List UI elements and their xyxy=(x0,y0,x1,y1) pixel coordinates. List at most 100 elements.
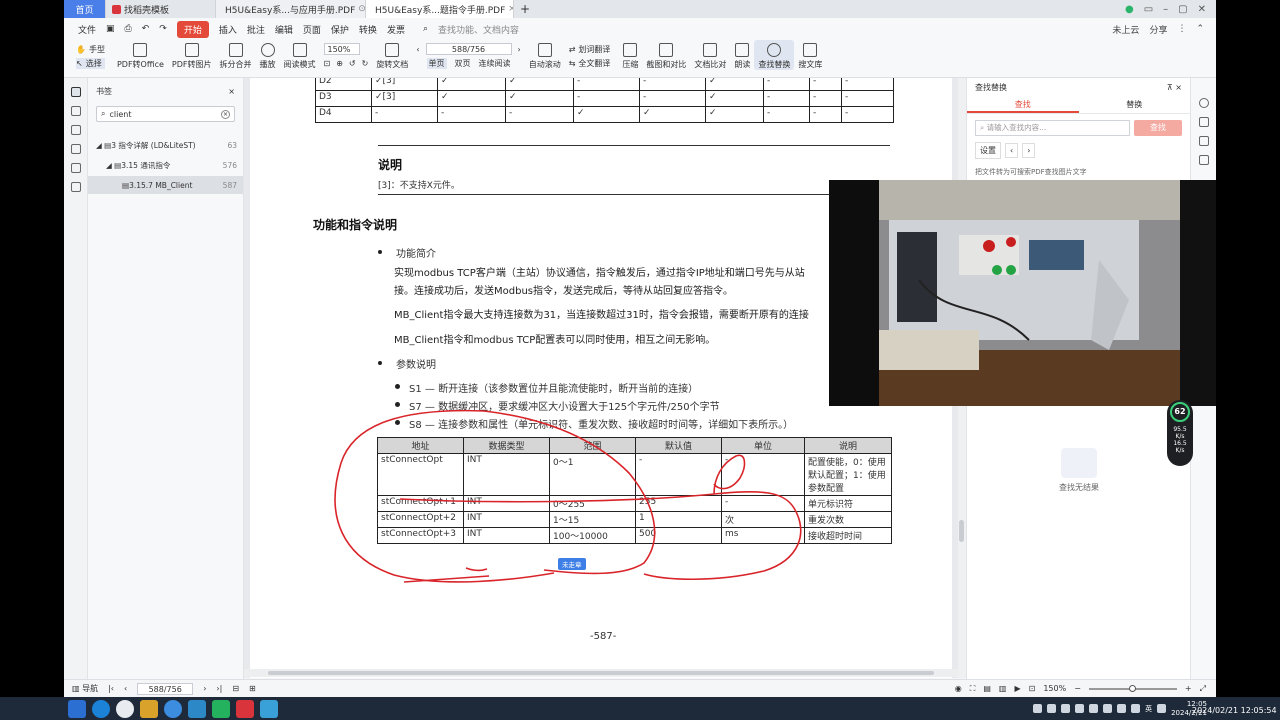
zoom-slider[interactable] xyxy=(1088,684,1177,692)
tray-icon[interactable] xyxy=(1131,704,1141,713)
chevron-left-icon[interactable]: ‹ xyxy=(416,45,419,54)
app-icon[interactable] xyxy=(140,699,158,718)
rotate-left-icon[interactable]: ↺ xyxy=(349,59,356,68)
fit-page-icon[interactable]: ⊞ xyxy=(249,684,256,693)
fit-icon[interactable]: ⊡ xyxy=(324,59,331,68)
find-button[interactable]: 查找 xyxy=(1134,120,1182,136)
zoom-select[interactable]: 150% xyxy=(323,43,360,55)
menu-protect[interactable]: 保护 xyxy=(331,23,349,36)
wps-taskbar-icon[interactable] xyxy=(236,699,254,718)
tray-icon[interactable] xyxy=(1089,704,1099,713)
double-page-button[interactable]: 双页 xyxy=(455,58,471,69)
zoom-in-icon[interactable]: + xyxy=(1185,684,1192,693)
tray-icon[interactable] xyxy=(1047,704,1057,713)
next-result-icon[interactable]: › xyxy=(1022,143,1036,158)
fit-width-icon[interactable]: ⊟ xyxy=(232,684,239,693)
tab-find[interactable]: 查找 xyxy=(967,96,1079,113)
find-input[interactable]: ⌕ 请输入查找内容... xyxy=(975,120,1130,136)
photos-icon[interactable] xyxy=(188,699,206,718)
tray-icon[interactable] xyxy=(1075,704,1085,713)
close-icon[interactable]: × xyxy=(228,87,235,96)
tab-manual[interactable]: H5U&Easy系...与应用手册.PDF ⊙ xyxy=(216,0,366,18)
chevron-up-icon[interactable]: ⌃ xyxy=(1196,24,1204,34)
chevron-right-icon[interactable]: › xyxy=(518,45,521,54)
select-tool[interactable]: ↖ 选择 xyxy=(76,58,105,69)
bookmark-item[interactable]: ◢ ▤ 3 指令详解 (LD&LiteST) 63 xyxy=(88,136,243,154)
pin-icon[interactable]: ⊼ × xyxy=(1167,83,1182,92)
ocr-hint[interactable]: 把文件转为可搜索PDF查找图片文字 xyxy=(967,159,1190,177)
zoom-value[interactable]: 150% xyxy=(1043,684,1066,693)
zoom-out-icon[interactable]: − xyxy=(1074,684,1081,693)
expand-icon[interactable]: ◢ ▤ xyxy=(106,161,121,170)
window-restore-icon[interactable]: ▭ xyxy=(1144,4,1153,15)
next-page-icon[interactable]: › xyxy=(203,684,206,693)
menu-start[interactable]: 开始 xyxy=(176,20,209,38)
layers-icon[interactable] xyxy=(70,182,81,192)
undo-icon[interactable]: ↶ xyxy=(142,24,150,34)
windows-start-icon[interactable] xyxy=(68,699,86,718)
full-translate-button[interactable]: ⇆ 全文翻译 xyxy=(569,58,611,69)
nav-button[interactable]: ▥ 导航 xyxy=(72,683,98,694)
continuous-button[interactable]: 连续阅读 xyxy=(479,58,511,69)
settings-button[interactable]: 设置 xyxy=(975,142,1001,159)
search-library-button[interactable]: 搜文库 xyxy=(794,40,826,70)
auto-scroll-button[interactable]: 自动滚动 xyxy=(525,40,565,70)
print-icon[interactable]: ⎙ xyxy=(125,24,132,34)
bookmark-icon[interactable] xyxy=(70,87,81,97)
scroll-thumb[interactable] xyxy=(268,671,934,675)
save-icon[interactable]: ▣ xyxy=(106,24,115,34)
browser-icon[interactable] xyxy=(164,699,182,718)
last-page-icon[interactable]: ›| xyxy=(216,684,222,693)
find-icon[interactable] xyxy=(1198,98,1209,108)
clear-icon[interactable]: × xyxy=(221,109,230,119)
zoom-in-icon[interactable]: ⊕ xyxy=(336,59,343,68)
doc-compare-button[interactable]: 文档比对 xyxy=(690,40,730,70)
tab-instruction-manual[interactable]: H5U&Easy系...题指令手册.PDF× xyxy=(366,0,514,18)
cloud-status[interactable]: 未上云 xyxy=(1112,23,1139,36)
page-input[interactable]: 588/756 xyxy=(425,43,512,55)
new-tab-button[interactable]: + xyxy=(514,0,536,18)
bookmark-search-input[interactable]: ⌕ client × xyxy=(96,106,235,122)
zoom-slider-handle[interactable] xyxy=(1128,684,1136,692)
more-icon[interactable]: ⋮ xyxy=(1177,24,1186,34)
compress-button[interactable]: 压缩 xyxy=(618,40,642,70)
close-window-icon[interactable]: ✕ xyxy=(1198,4,1206,15)
prev-page-icon[interactable]: ‹ xyxy=(124,684,127,693)
tray-icon[interactable] xyxy=(1061,704,1071,713)
search-taskbar-icon[interactable] xyxy=(116,699,134,718)
maximize-icon[interactable]: ▢ xyxy=(1178,4,1187,15)
first-page-icon[interactable]: |‹ xyxy=(108,684,114,693)
keyboard-icon[interactable] xyxy=(1157,704,1167,713)
eye-icon[interactable]: ◉ xyxy=(955,684,962,693)
redo-icon[interactable]: ↷ xyxy=(159,24,167,34)
edge-icon[interactable] xyxy=(92,699,110,718)
fit-icon[interactable]: ⊡ xyxy=(1029,684,1036,693)
scroll-thumb[interactable] xyxy=(959,520,964,542)
feature-search[interactable]: 查找功能、文档内容 xyxy=(438,23,519,36)
tray-icon[interactable] xyxy=(1117,704,1127,713)
single-page-button[interactable]: 单页 xyxy=(426,58,447,69)
tray-icon[interactable] xyxy=(1033,704,1043,713)
double-view-icon[interactable]: ▥ xyxy=(999,684,1007,693)
menu-convert[interactable]: 转换 xyxy=(359,23,377,36)
play-icon[interactable]: ▶ xyxy=(1014,684,1020,693)
rotate-doc-button[interactable]: 旋转文档 xyxy=(372,40,412,70)
close-icon[interactable]: ⊙ xyxy=(358,4,365,14)
comment-icon[interactable] xyxy=(70,125,81,135)
read-aloud-button[interactable]: 朗读 xyxy=(730,40,754,70)
prev-result-icon[interactable]: ‹ xyxy=(1005,143,1019,158)
remote-icon[interactable] xyxy=(260,699,278,718)
share-button[interactable]: 分享 xyxy=(1149,23,1167,36)
attachment-icon[interactable] xyxy=(70,144,81,154)
menu-insert[interactable]: 插入 xyxy=(219,23,237,36)
menu-invoice[interactable]: 发票 xyxy=(387,23,405,36)
fullscreen-icon[interactable]: ⛶ xyxy=(970,684,976,694)
minimize-icon[interactable]: – xyxy=(1163,4,1168,15)
tab-home[interactable]: 首页 xyxy=(64,0,106,18)
play-button[interactable]: 播放 xyxy=(256,40,280,70)
menu-comment[interactable]: 批注 xyxy=(247,23,265,36)
single-view-icon[interactable]: ▤ xyxy=(983,684,991,693)
signature-icon[interactable] xyxy=(70,163,81,173)
tray-icon[interactable] xyxy=(1103,704,1113,713)
rotate-right-icon[interactable]: ↻ xyxy=(362,59,369,68)
